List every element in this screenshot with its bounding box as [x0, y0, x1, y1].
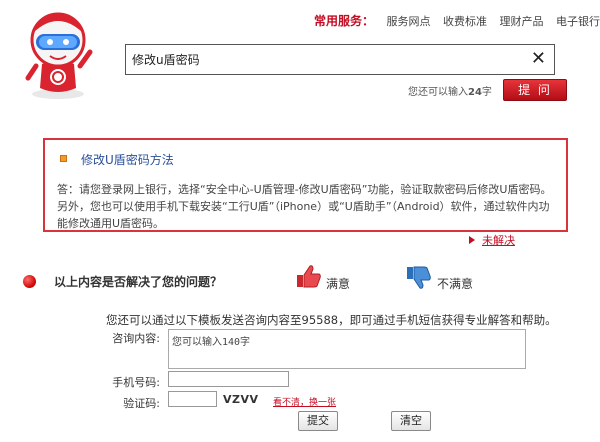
ask-button[interactable]: 提 问	[503, 79, 567, 101]
clear-icon[interactable]: ✕	[531, 48, 546, 70]
content-label: 咨询内容:	[112, 332, 160, 345]
service-link-fees[interactable]: 收费标准	[443, 15, 487, 28]
answer-panel: 修改U盾密码方法 答：请您登录网上银行，选择“安全中心-U盾管理-修改U盾密码”…	[43, 138, 568, 232]
consult-textarea[interactable]: 您可以输入140字	[168, 329, 526, 369]
sms-note: 您还可以通过以下模板发送咨询内容至95588，即可通过手机短信获得专业解答和帮助…	[106, 313, 557, 327]
captcha-input[interactable]	[168, 391, 217, 407]
question-box: ✕	[125, 44, 555, 75]
phone-label: 手机号码:	[112, 376, 160, 389]
question-input[interactable]	[132, 49, 522, 69]
services-title: 常用服务：	[314, 14, 375, 28]
answer-text: 答：请您登录网上银行，选择“安全中心-U盾管理-修改U盾密码”功能，验证取款密码…	[57, 183, 552, 230]
answer-title[interactable]: 修改U盾密码方法	[81, 151, 174, 168]
common-services-nav: 常用服务： 服务网点 收费标准 理财产品 电子银行	[314, 12, 600, 29]
thumbs-down-icon[interactable]	[406, 265, 432, 291]
unsolved-link[interactable]: 未解决	[482, 232, 515, 248]
unsatisfied-label[interactable]: 不满意	[437, 275, 473, 292]
captcha-label: 验证码:	[123, 397, 160, 410]
thumbs-up-icon[interactable]	[296, 263, 322, 289]
remaining-count: 24	[468, 87, 482, 98]
feedback-dot-icon	[23, 275, 36, 288]
feedback-question: 以上内容是否解决了您的问题？	[54, 275, 223, 289]
service-link-ebanking[interactable]: 电子银行	[556, 15, 600, 28]
remaining-suffix: 字	[481, 87, 492, 98]
satisfied-label[interactable]: 满意	[326, 275, 350, 292]
bullet-icon	[60, 155, 67, 162]
remaining-chars: 您还可以输入24字	[408, 83, 492, 98]
phone-input[interactable]	[168, 371, 289, 387]
submit-button[interactable]: 提交	[298, 411, 338, 431]
service-link-wealth[interactable]: 理财产品	[500, 15, 544, 28]
arrow-right-icon	[469, 236, 475, 244]
captcha-image: VZVV	[223, 393, 263, 407]
captcha-refresh-link[interactable]: 看不清，换一张	[273, 395, 336, 408]
remaining-prefix: 您还可以输入	[408, 87, 468, 98]
clear-button[interactable]: 清空	[391, 411, 431, 431]
service-link-outlets[interactable]: 服务网点	[387, 15, 431, 28]
mascot-logo	[25, 12, 93, 99]
